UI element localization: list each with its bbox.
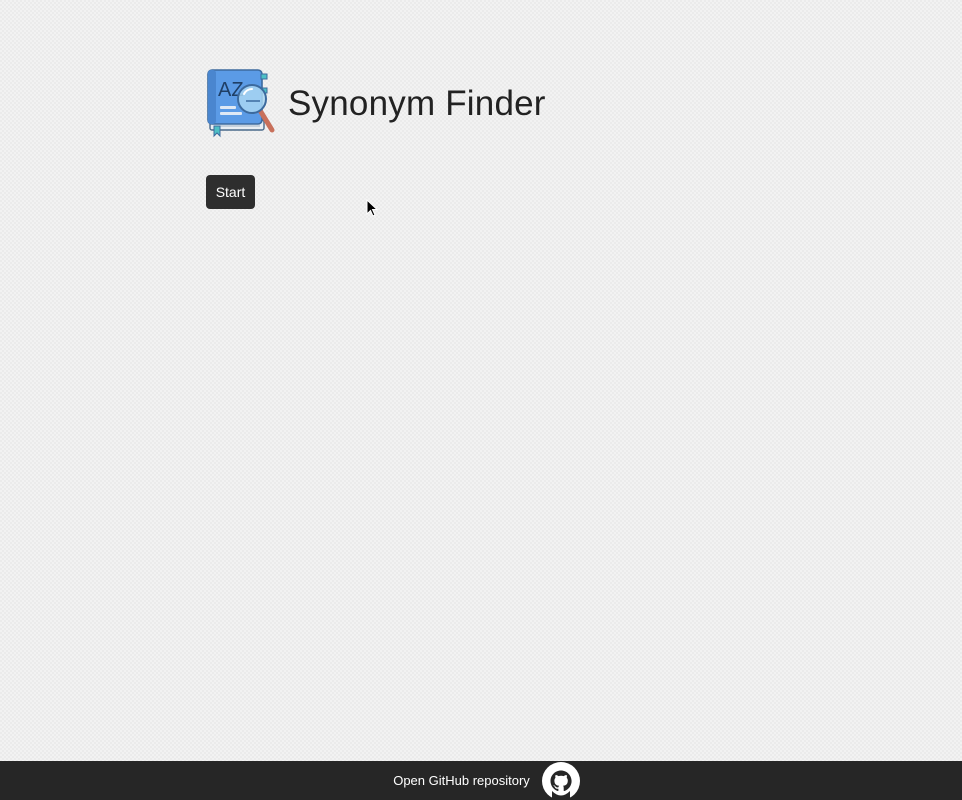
page-title: Synonym Finder	[288, 83, 546, 123]
footer-bar: Open GitHub repository	[0, 761, 962, 800]
dictionary-book-magnifier-icon: AZ	[207, 69, 275, 138]
github-icon[interactable]	[541, 761, 581, 800]
app-header: AZ Synonym Finder	[206, 68, 546, 138]
start-button[interactable]: Start	[206, 175, 255, 209]
mouse-pointer-icon	[366, 199, 378, 217]
github-link-label: Open GitHub repository	[393, 773, 530, 788]
github-repository-link[interactable]: Open GitHub repository	[381, 761, 581, 800]
